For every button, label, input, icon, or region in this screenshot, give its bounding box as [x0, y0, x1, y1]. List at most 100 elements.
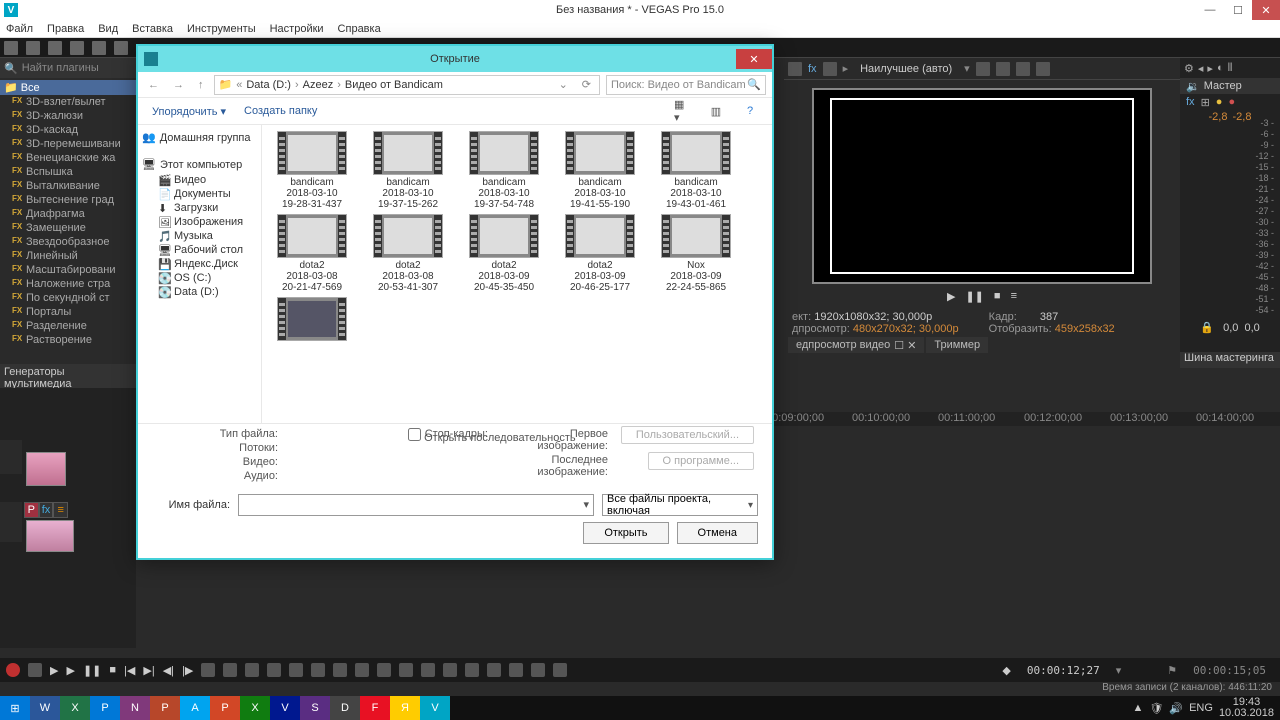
sidebar-this-pc[interactable]: 🖥Этот компьютер [138, 156, 261, 173]
taskbar-app[interactable]: X [60, 696, 90, 720]
taskbar-app[interactable]: Я [390, 696, 420, 720]
loop-button[interactable] [28, 663, 42, 677]
preview-quality[interactable]: Наилучшее (авто) [854, 63, 958, 75]
file-item[interactable]: dota22018-03-0920-45-35-450 [458, 214, 550, 293]
clip-thumb[interactable] [26, 452, 66, 486]
preview-btn[interactable] [788, 62, 802, 76]
start-button[interactable]: ⊞ [0, 696, 30, 720]
taskbar-app[interactable]: N [120, 696, 150, 720]
file-item[interactable]: Nox2018-03-0922-24-55-865 [650, 214, 742, 293]
tool-button[interactable] [201, 663, 215, 677]
plugin-item[interactable]: Звездообразное [0, 235, 136, 249]
step-fwd-icon[interactable]: |▶ [182, 664, 193, 677]
plugin-item[interactable]: 3D-перемешивани [0, 137, 136, 151]
faders-icon[interactable]: ⦀ [1228, 62, 1233, 75]
tool-button[interactable] [311, 663, 325, 677]
tool-button[interactable] [267, 663, 281, 677]
breadcrumb[interactable]: 📁 « Data (D:)› Azeez› Видео от Bandicam … [214, 75, 601, 95]
sidebar-item[interactable]: 💽Data (D:) [138, 285, 261, 299]
tool-button[interactable] [531, 663, 545, 677]
menu-settings[interactable]: Настройки [270, 23, 324, 35]
track-label-2[interactable] [0, 502, 22, 542]
refresh-icon[interactable]: ⟳ [578, 78, 595, 91]
fx-icon[interactable]: fx [1186, 96, 1195, 109]
tray-date[interactable]: 10.03.2018 [1219, 707, 1274, 719]
file-item[interactable]: dota22018-03-0920-46-25-177 [554, 214, 646, 293]
track-fx-icon[interactable]: fx [39, 502, 54, 518]
plugin-item[interactable]: По секундной ст [0, 291, 136, 305]
toolbar-btn[interactable] [48, 41, 62, 55]
mute-icon[interactable]: ● [1216, 96, 1223, 109]
track-p-icon[interactable]: P [24, 502, 39, 518]
plugin-item[interactable]: Выталкивание [0, 179, 136, 193]
preview-btn[interactable] [996, 62, 1010, 76]
close-button[interactable]: ✕ [1252, 0, 1280, 20]
tool-button[interactable] [509, 663, 523, 677]
marker-icon[interactable]: ◆ [1002, 664, 1010, 677]
nav-up-icon[interactable]: ↑ [194, 79, 208, 91]
plugin-item[interactable]: 3D-взлет/вылет [0, 95, 136, 109]
mixer-icon[interactable]: ⊞ [1201, 96, 1210, 109]
tool-button[interactable] [487, 663, 501, 677]
record-button[interactable] [6, 663, 20, 677]
plugin-item[interactable]: 3D-жалюзи [0, 109, 136, 123]
plugin-search[interactable]: 🔍 Найти плагины [0, 58, 136, 78]
tool-button[interactable] [289, 663, 303, 677]
plugin-item[interactable]: Венецианские жа [0, 151, 136, 165]
taskbar-app[interactable]: W [30, 696, 60, 720]
sidebar-item[interactable]: 🖼Изображения [138, 215, 261, 229]
menu-tools[interactable]: Инструменты [187, 23, 256, 35]
system-tray[interactable]: ▲ 🛡 🔊 ENG 19:43 10.03.2018 [1127, 697, 1280, 719]
toolbar-btn[interactable] [92, 41, 106, 55]
preview-btn[interactable] [976, 62, 990, 76]
tool-button[interactable] [443, 663, 457, 677]
tool-button[interactable] [465, 663, 479, 677]
preview-btn[interactable] [1016, 62, 1030, 76]
dim-icon[interactable]: ◐ [1217, 62, 1224, 74]
track-menu-icon[interactable]: ≡ [53, 502, 68, 518]
toolbar-btn[interactable] [114, 41, 128, 55]
sidebar-item[interactable]: 📄Документы [138, 187, 261, 201]
menu-view[interactable]: Вид [98, 23, 118, 35]
open-button[interactable]: Открыть [583, 522, 668, 544]
sidebar-item[interactable]: ⬇Загрузки [138, 201, 261, 215]
plugin-item[interactable]: Порталы [0, 305, 136, 319]
preview-pane-button[interactable]: ▥ [708, 104, 724, 118]
file-item[interactable]: bandicam2018-03-1019-37-15-262 [362, 131, 454, 210]
plugin-item[interactable]: Растворение [0, 333, 136, 347]
tool-button[interactable] [333, 663, 347, 677]
gear-icon[interactable]: ⚙ [1184, 62, 1194, 75]
filetype-select[interactable]: Все файлы проекта, включая [602, 494, 758, 516]
about-button[interactable]: О программе... [648, 452, 754, 470]
stop-icon[interactable]: ■ [109, 664, 116, 676]
menu-edit[interactable]: Правка [47, 23, 84, 35]
play-icon[interactable]: ▶ [66, 664, 74, 677]
tool-button[interactable] [355, 663, 369, 677]
taskbar-app[interactable]: P [210, 696, 240, 720]
minimize-button[interactable]: — [1196, 0, 1224, 20]
sidebar-item[interactable]: 🎬Видео [138, 173, 261, 187]
pause-icon[interactable]: ❚❚ [965, 290, 983, 303]
view-mode-button[interactable]: ▦ ▾ [674, 104, 690, 118]
tool-button[interactable] [553, 663, 567, 677]
toolbar-btn[interactable] [70, 41, 84, 55]
file-item[interactable]: dota22018-03-0820-53-41-307 [362, 214, 454, 293]
file-item[interactable]: bandicam2018-03-1019-37-54-748 [458, 131, 550, 210]
toolbar-btn[interactable] [4, 41, 18, 55]
sidebar-item[interactable]: 🖥Рабочий стол [138, 243, 261, 257]
solo-icon[interactable]: ● [1228, 96, 1235, 109]
preview-btn[interactable] [1036, 62, 1050, 76]
tool-button[interactable] [223, 663, 237, 677]
plugin-item[interactable]: Масштабировани [0, 263, 136, 277]
taskbar-app[interactable]: V [420, 696, 450, 720]
list-icon[interactable]: ≡ [1011, 290, 1017, 303]
menu-help[interactable]: Справка [338, 23, 381, 35]
plugin-item[interactable]: Разделение [0, 319, 136, 333]
sidebar-homegroup[interactable]: 👥Домашняя группа [138, 129, 261, 146]
file-item[interactable]: bandicam2018-03-1019-43-01-461 [650, 131, 742, 210]
maximize-button[interactable]: ☐ [1224, 0, 1252, 20]
plugin-item[interactable]: Замещение [0, 221, 136, 235]
taskbar-app[interactable]: X [240, 696, 270, 720]
flag-icon[interactable]: ⚑ [1167, 664, 1177, 677]
fx-icon[interactable]: fx [808, 63, 817, 75]
